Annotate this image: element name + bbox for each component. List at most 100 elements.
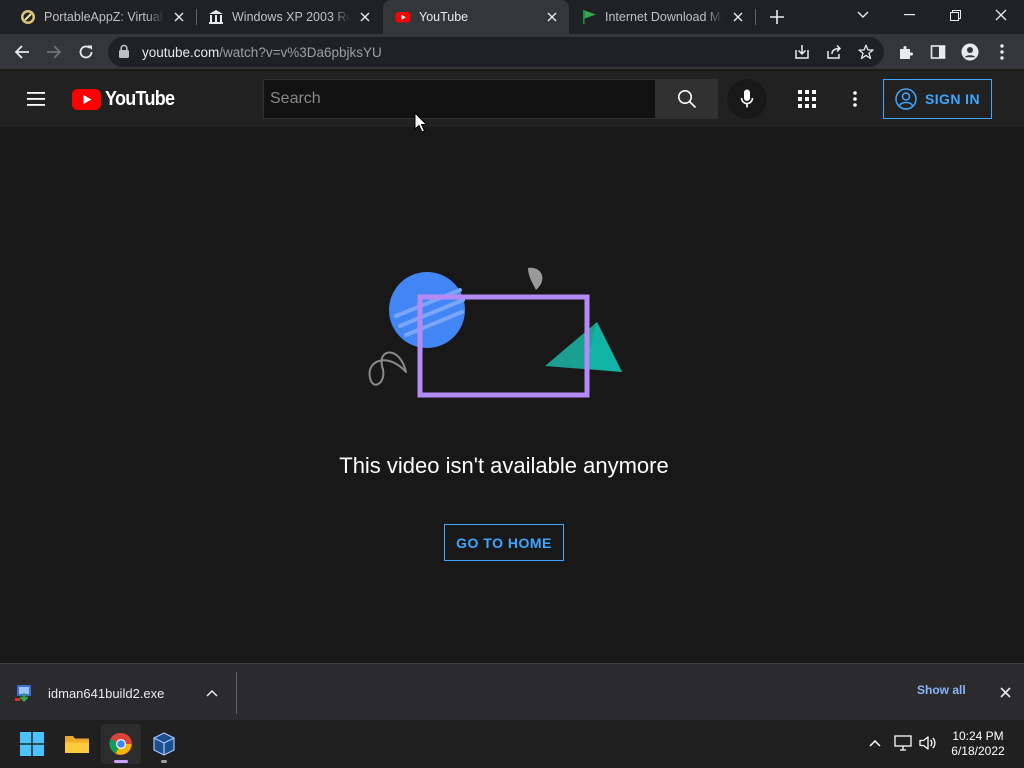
tab-title: YouTube	[419, 10, 469, 24]
shelf-divider	[236, 672, 237, 714]
microphone-icon	[740, 89, 754, 108]
side-panel-icon	[930, 45, 946, 59]
star-icon	[858, 44, 874, 60]
url-path: /watch?v=v%3Da6pbjksYU	[219, 45, 382, 60]
tab-separator	[755, 9, 756, 25]
profile-button[interactable]	[956, 38, 984, 66]
browser-toolbar: youtube.com/watch?v=v%3Da6pbjksYU	[0, 34, 1024, 70]
bookmark-button[interactable]	[854, 40, 878, 64]
search-input[interactable]	[270, 90, 655, 108]
speaker-volume-icon	[919, 736, 936, 750]
show-hidden-icons-button[interactable]	[864, 732, 886, 754]
tab-close-icon[interactable]	[543, 8, 561, 26]
minimize-icon	[903, 14, 915, 16]
search-box[interactable]	[263, 79, 656, 119]
show-all-downloads-link[interactable]: Show all	[917, 683, 966, 697]
chevron-up-icon	[206, 689, 218, 697]
back-button[interactable]	[8, 38, 36, 66]
mouse-cursor-icon	[414, 112, 428, 133]
more-vertical-icon	[1000, 44, 1004, 60]
settings-menu-button[interactable]	[843, 87, 867, 111]
voice-search-button[interactable]	[727, 79, 767, 119]
start-button[interactable]	[12, 724, 52, 764]
restore-button[interactable]	[932, 0, 978, 30]
clock-time: 10:24 PM	[952, 729, 1004, 743]
reload-button[interactable]	[72, 38, 100, 66]
file-explorer-taskbar-button[interactable]	[57, 724, 97, 764]
portableappz-favicon-icon	[20, 9, 36, 25]
tab-close-icon[interactable]	[356, 8, 374, 26]
install-icon	[795, 45, 809, 59]
windows-logo-icon	[20, 732, 44, 756]
clock-date: 6/18/2022	[951, 744, 1005, 758]
close-window-button[interactable]	[978, 0, 1024, 30]
share-icon	[827, 44, 842, 59]
tab-search-button[interactable]	[840, 0, 886, 30]
active-app-indicator	[114, 760, 128, 763]
go-to-home-button[interactable]: GO TO HOME	[444, 524, 564, 561]
video-unavailable-illustration	[368, 267, 622, 398]
chrome-menu-button[interactable]	[988, 38, 1016, 66]
main-content: This video isn't available anymore GO TO…	[0, 112, 1024, 663]
url-text: youtube.com/watch?v=v%3Da6pbjksYU	[142, 45, 382, 60]
minimize-button[interactable]	[886, 0, 932, 30]
download-filename: idman641build2.exe	[48, 685, 165, 701]
youtube-play-logo-icon	[72, 89, 101, 110]
chevron-up-icon	[869, 739, 881, 747]
open-app-indicator	[161, 760, 167, 763]
youtube-favicon-icon	[395, 9, 411, 25]
tab-internet-download-manager[interactable]: Internet Download Manager	[569, 0, 755, 34]
youtube-apps-button[interactable]	[795, 87, 819, 111]
apps-grid-icon	[798, 90, 816, 108]
close-download-shelf-button[interactable]	[995, 682, 1015, 702]
green-flag-favicon-icon	[581, 9, 597, 25]
tab-strip: PortableAppZ: VirtualBox Windows XP 2003…	[0, 0, 1024, 34]
url-domain: youtube.com	[142, 45, 220, 60]
idm-installer-file-icon	[14, 683, 34, 703]
chevron-down-icon	[857, 11, 869, 18]
windows-taskbar: 10:24 PM 6/18/2022	[0, 720, 1024, 768]
virtualbox-taskbar-button[interactable]	[144, 724, 184, 764]
youtube-logo[interactable]: YouTube	[72, 88, 182, 111]
bank-building-favicon-icon	[208, 9, 224, 25]
search-button[interactable]	[655, 79, 718, 119]
install-app-button[interactable]	[790, 40, 814, 64]
arrow-left-icon	[14, 45, 29, 59]
close-icon	[999, 686, 1011, 698]
arrow-right-icon	[47, 45, 62, 59]
lock-icon	[118, 44, 130, 58]
network-icon	[894, 735, 912, 751]
tab-youtube[interactable]: YouTube	[383, 0, 569, 34]
share-button[interactable]	[822, 40, 846, 64]
virtualbox-icon	[153, 732, 175, 756]
network-status-button[interactable]	[892, 732, 914, 754]
search-icon	[677, 90, 696, 109]
tab-title: Windows XP 2003 Reinstall	[232, 10, 350, 24]
forward-button[interactable]	[40, 38, 68, 66]
taskbar-clock[interactable]: 10:24 PM 6/18/2022	[944, 729, 1012, 759]
tab-close-icon[interactable]	[170, 8, 188, 26]
plus-icon	[770, 10, 784, 24]
tab-windows-xp[interactable]: Windows XP 2003 Reinstall	[196, 0, 382, 34]
address-bar[interactable]: youtube.com/watch?v=v%3Da6pbjksYU	[108, 37, 884, 67]
restore-icon	[949, 9, 961, 21]
tab-title: PortableAppZ: VirtualBox	[44, 10, 164, 24]
download-options-button[interactable]	[202, 683, 222, 703]
tab-close-icon[interactable]	[729, 8, 747, 26]
close-icon	[995, 9, 1007, 21]
chrome-taskbar-button[interactable]	[101, 724, 141, 764]
chrome-icon	[109, 732, 132, 755]
sign-in-label: SIGN IN	[925, 91, 980, 107]
extensions-button[interactable]	[892, 38, 920, 66]
puzzle-icon	[900, 46, 913, 59]
youtube-masthead: YouTube SIGN IN	[0, 71, 1024, 127]
volume-button[interactable]	[917, 732, 939, 754]
side-panel-button[interactable]	[924, 38, 952, 66]
video-unavailable-message: This video isn't available anymore	[339, 453, 669, 478]
new-tab-button[interactable]	[765, 5, 789, 29]
folder-icon	[65, 736, 89, 753]
profile-avatar-icon	[961, 43, 979, 61]
tab-portableappz[interactable]: PortableAppZ: VirtualBox	[8, 0, 196, 34]
sign-in-button[interactable]: SIGN IN	[883, 79, 992, 119]
guide-menu-button[interactable]	[22, 87, 50, 111]
